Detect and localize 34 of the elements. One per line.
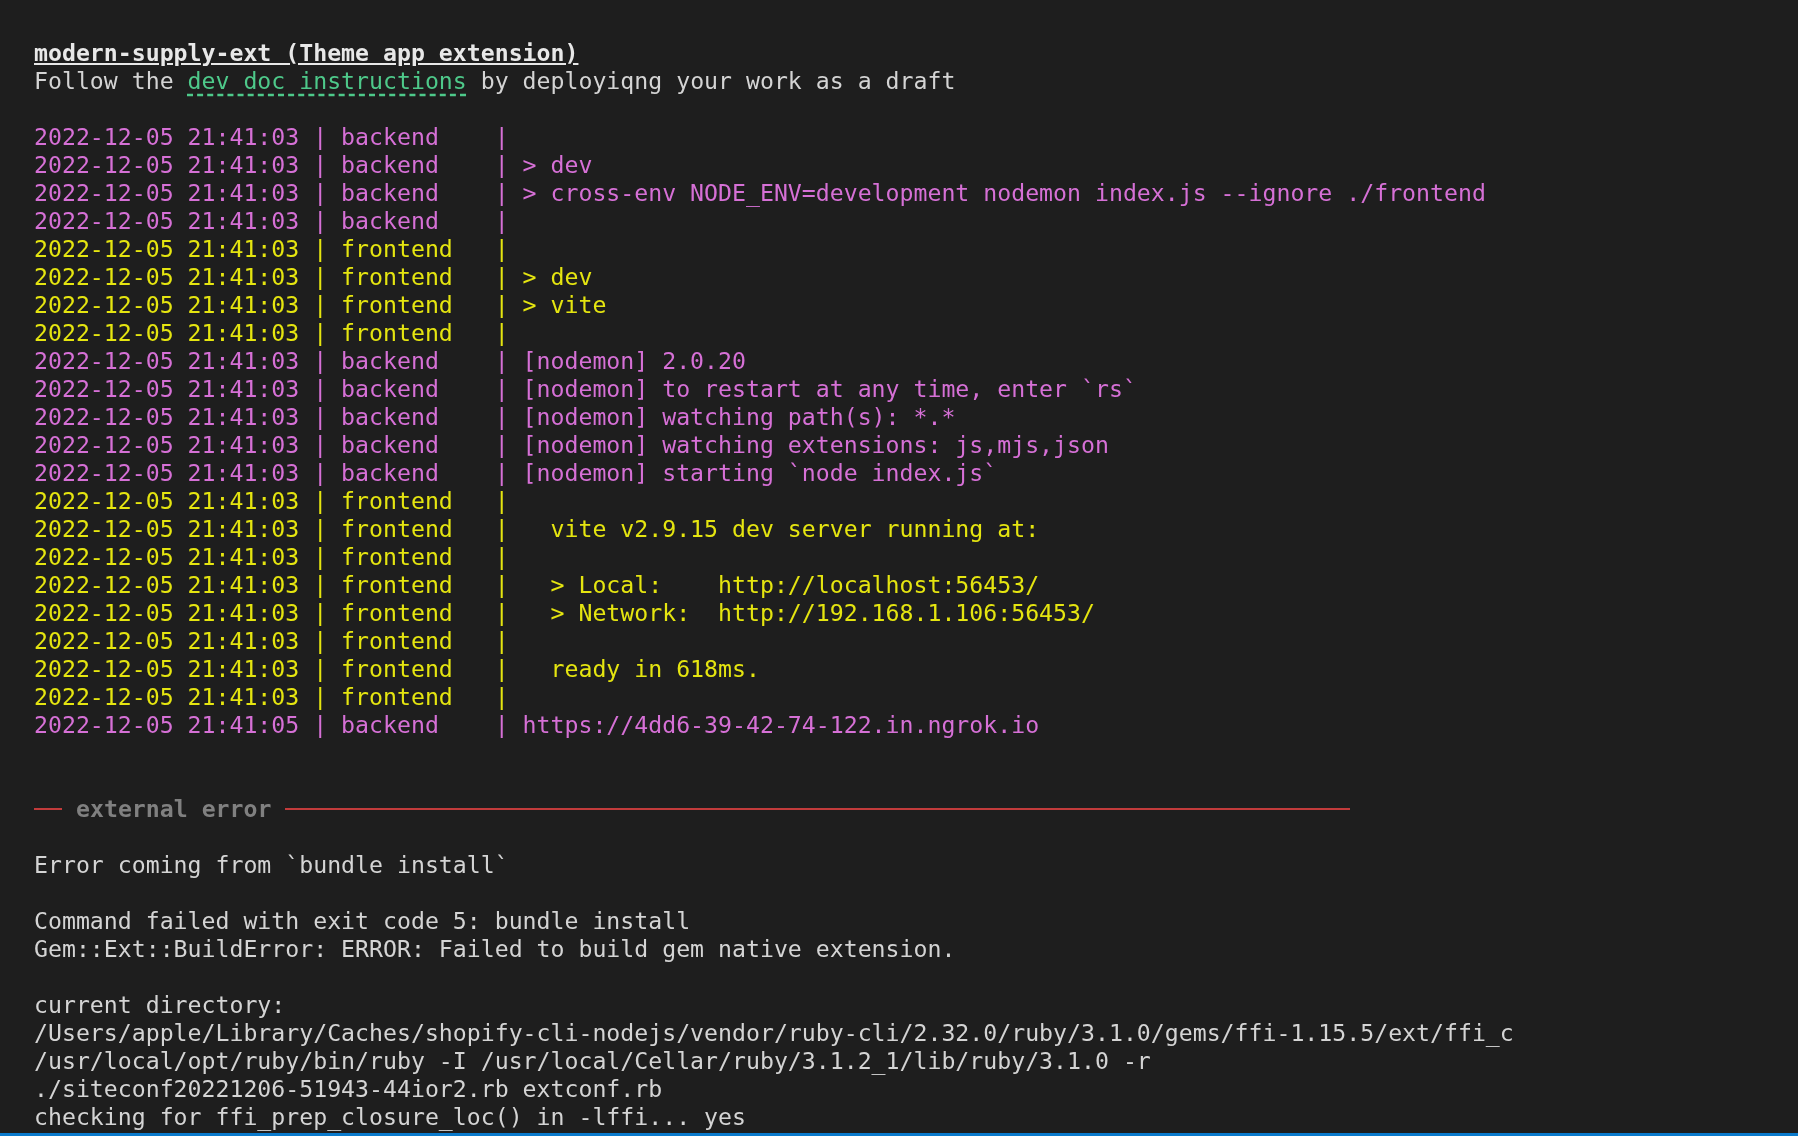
log-line: 2022-12-05 21:41:05 | backend | https://4dd6-39-42-74-122.in.ngrok.io [34, 711, 1040, 738]
error-line: /usr/local/opt/ruby/bin/ruby -I /usr/local/Cellar/ruby/3.1.2_1/lib/ruby/3.1.0 -r [34, 1047, 1151, 1074]
error-line: current directory: [34, 991, 286, 1018]
error-line: ./siteconf20221206-51943-44ior2.rb extconf.rb [34, 1075, 663, 1102]
error-heading: external error [76, 795, 272, 823]
docs-link[interactable]: dev doc instructions [187, 67, 467, 94]
log-line: 2022-12-05 21:41:03 | frontend | [34, 487, 509, 514]
log-line: 2022-12-05 21:41:03 | frontend | [34, 627, 509, 654]
log-line: 2022-12-05 21:41:03 | frontend | > Network: http://192.168.1.106:56453/ [34, 599, 1095, 626]
log-line: 2022-12-05 21:41:03 | frontend | [34, 319, 509, 346]
log-line: 2022-12-05 21:41:03 | frontend | [34, 683, 509, 710]
log-line: 2022-12-05 21:41:03 | backend | [34, 123, 509, 150]
log-line: 2022-12-05 21:41:03 | backend | [34, 207, 509, 234]
log-line: 2022-12-05 21:41:03 | frontend | vite v2.9.15 dev server running at: [34, 515, 1040, 542]
log-line: 2022-12-05 21:41:03 | backend | [nodemon] to restart at any time, enter `rs` [34, 375, 1137, 402]
log-line: 2022-12-05 21:41:03 | backend | [nodemon] starting `node index.js` [34, 459, 998, 486]
log-line: 2022-12-05 21:41:03 | frontend | > vite [34, 291, 607, 318]
log-line: 2022-12-05 21:41:03 | backend | > cross-env NODE_ENV=development nodemon index.js --ignore ./frontend [34, 179, 1486, 206]
log-line: 2022-12-05 21:41:03 | backend | [nodemon] 2.0.20 [34, 347, 746, 374]
log-line: 2022-12-05 21:41:03 | frontend | ready in 618ms. [34, 655, 760, 682]
log-line: 2022-12-05 21:41:03 | frontend | > Local: http://localhost:56453/ [34, 571, 1040, 598]
instruction-text: Follow the dev doc instructions by deployiqng your work as a draft [34, 67, 956, 94]
log-line: 2022-12-05 21:41:03 | backend | [nodemon] watching path(s): *.* [34, 403, 956, 430]
error-line: Error coming from `bundle install` [34, 851, 509, 878]
error-line: checking for ffi_prep_closure_loc() in -lffi... yes [34, 1103, 746, 1130]
log-line: 2022-12-05 21:41:03 | backend | > dev [34, 151, 593, 178]
error-line: /Users/apple/Library/Caches/shopify-cli-nodejs/vendor/ruby-cli/2.32.0/ruby/3.1.0/gems/ffi-1.15.5/ext/ffi_c [34, 1019, 1514, 1046]
log-line: 2022-12-05 21:41:03 | frontend | > dev [34, 263, 593, 290]
error-line: Gem::Ext::BuildError: ERROR: Failed to build gem native extension. [34, 935, 956, 962]
error-line: Command failed with exit code 5: bundle install [34, 907, 691, 934]
log-line: 2022-12-05 21:41:03 | backend | [nodemon] watching extensions: js,mjs,json [34, 431, 1109, 458]
log-line: 2022-12-05 21:41:03 | frontend | [34, 543, 509, 570]
extension-title: modern-supply-ext (Theme app extension) [34, 39, 579, 66]
log-line: 2022-12-05 21:41:03 | frontend | [34, 235, 509, 262]
